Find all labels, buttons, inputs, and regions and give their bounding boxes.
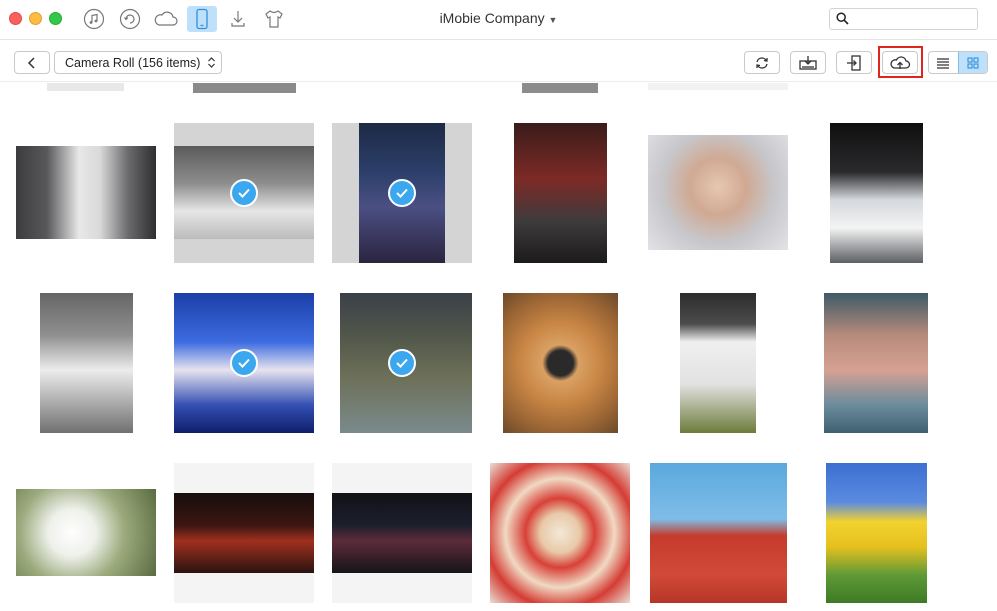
photo-thumbnail[interactable] xyxy=(648,135,788,250)
photo-thumbnail[interactable] xyxy=(680,293,756,433)
photo-thumbnail[interactable] xyxy=(522,83,598,93)
selected-check-icon xyxy=(388,179,416,207)
grid-view-button[interactable] xyxy=(957,52,987,73)
back-icon xyxy=(27,56,35,69)
photo-thumbnail[interactable] xyxy=(332,463,472,603)
photo-thumbnail[interactable] xyxy=(514,123,607,263)
selected-check-icon xyxy=(388,349,416,377)
photo-thumbnail[interactable] xyxy=(332,123,472,263)
search-icon xyxy=(836,12,849,30)
photo-thumbnail[interactable] xyxy=(830,123,923,263)
photo-thumbnail[interactable] xyxy=(826,463,927,603)
photo-grid xyxy=(0,83,997,611)
photo-thumbnail[interactable] xyxy=(47,83,124,91)
photo-thumbnail[interactable] xyxy=(648,83,788,90)
grid-view-icon xyxy=(967,56,979,69)
photo-thumbnail[interactable] xyxy=(340,293,472,433)
photo-thumbnail[interactable] xyxy=(174,123,314,263)
download-to-computer-button[interactable] xyxy=(790,51,826,74)
photo-thumbnail[interactable] xyxy=(174,463,314,603)
window-title-text: iMobie Company xyxy=(439,10,545,26)
stepper-arrows-icon xyxy=(207,55,216,73)
photo-thumbnail[interactable] xyxy=(824,293,928,433)
photo-thumbnail[interactable] xyxy=(16,146,156,239)
toolbar: Camera Roll (156 items) xyxy=(0,41,997,82)
upload-button-highlight xyxy=(878,46,923,78)
list-view-icon xyxy=(937,57,950,69)
photo-thumbnail[interactable] xyxy=(40,293,133,433)
selected-check-icon xyxy=(230,179,258,207)
chevron-down-icon: ▼ xyxy=(548,15,558,25)
photo-thumbnail[interactable] xyxy=(193,83,296,93)
view-toggle xyxy=(928,51,988,74)
refresh-icon xyxy=(756,56,768,69)
photo-thumbnail[interactable] xyxy=(503,293,618,433)
back-button[interactable] xyxy=(14,51,50,74)
album-selector[interactable]: Camera Roll (156 items) xyxy=(54,51,222,74)
search-box[interactable] xyxy=(829,8,978,30)
photo-thumbnail[interactable] xyxy=(650,463,787,603)
photo-thumbnail[interactable] xyxy=(16,489,156,576)
send-to-device-button[interactable] xyxy=(836,51,872,74)
search-input[interactable] xyxy=(852,11,972,27)
refresh-button[interactable] xyxy=(744,51,780,74)
send-to-device-icon xyxy=(847,54,861,71)
album-label: Camera Roll (156 items) xyxy=(65,55,201,70)
list-view-button[interactable] xyxy=(929,52,958,73)
photo-thumbnail[interactable] xyxy=(490,463,630,603)
download-to-computer-icon xyxy=(799,55,817,70)
selected-check-icon xyxy=(230,349,258,377)
title-bar: iMobie Company ▼ xyxy=(0,0,997,40)
photo-thumbnail[interactable] xyxy=(174,293,314,433)
